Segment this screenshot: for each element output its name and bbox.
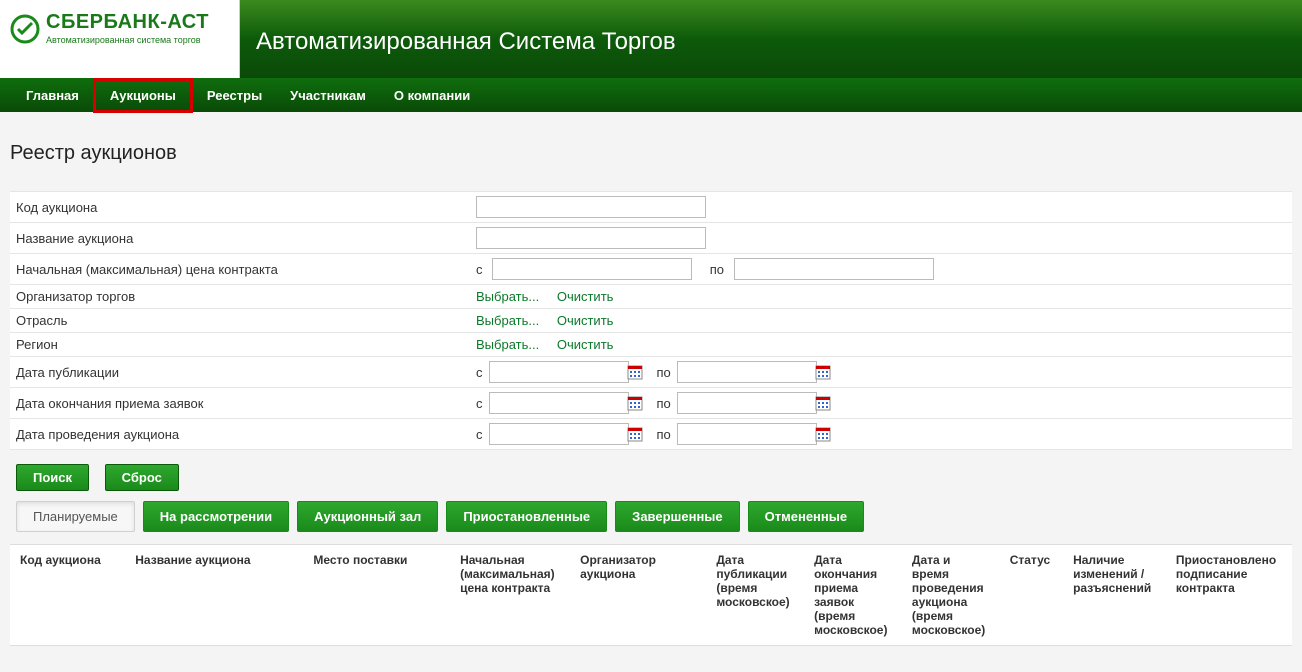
auc_date-to-label: по bbox=[657, 427, 671, 442]
search-button[interactable]: Поиск bbox=[16, 464, 89, 491]
nav-item-1[interactable]: Аукционы bbox=[93, 78, 193, 113]
header-title: Автоматизированная Система Торгов bbox=[240, 0, 676, 78]
end_date-to-label: по bbox=[657, 396, 671, 411]
calendar-icon[interactable] bbox=[627, 364, 643, 383]
industry-clear-link[interactable]: Очистить bbox=[557, 313, 614, 328]
pub_date-from-label: с bbox=[476, 365, 483, 380]
pub-date-label: Дата публикации bbox=[10, 357, 470, 388]
pub_date-to-label: по bbox=[657, 365, 671, 380]
col-7: Дата и время проведения аукциона (время … bbox=[902, 545, 1000, 645]
region-clear-link[interactable]: Очистить bbox=[557, 337, 614, 352]
industry-choose-link[interactable]: Выбрать... bbox=[476, 313, 539, 328]
auc_date-from-label: с bbox=[476, 427, 483, 442]
col-0: Код аукциона bbox=[10, 545, 125, 645]
pub_date-from-input[interactable] bbox=[489, 361, 629, 383]
tab-3[interactable]: Приостановленные bbox=[446, 501, 607, 532]
auc_date-from-input[interactable] bbox=[489, 423, 629, 445]
auc-date-range: с по bbox=[470, 419, 1292, 450]
page-title: Реестр аукционов bbox=[10, 142, 1292, 165]
logo-tagline: Автоматизированная система торгов bbox=[46, 36, 209, 45]
col-3: Начальная (максимальная) цена контракта bbox=[450, 545, 570, 645]
region-choose-link[interactable]: Выбрать... bbox=[476, 337, 539, 352]
organizer-label: Организатор торгов bbox=[10, 285, 470, 309]
organizer-choose-link[interactable]: Выбрать... bbox=[476, 289, 539, 304]
price-from-label: с bbox=[476, 262, 483, 277]
col-10: Приостановлено подписание контракта bbox=[1166, 545, 1292, 645]
pub-date-range: с по bbox=[470, 357, 1292, 388]
calendar-icon[interactable] bbox=[815, 395, 831, 414]
tab-4[interactable]: Завершенные bbox=[615, 501, 739, 532]
end_date-from-label: с bbox=[476, 396, 483, 411]
nav-item-0[interactable]: Главная bbox=[12, 80, 93, 111]
auction-name-input[interactable] bbox=[476, 227, 706, 249]
end_date-from-input[interactable] bbox=[489, 392, 629, 414]
tab-5[interactable]: Отмененные bbox=[748, 501, 864, 532]
reset-button[interactable]: Сброс bbox=[105, 464, 179, 491]
tab-0[interactable]: Планируемые bbox=[16, 501, 135, 532]
col-5: Дата публикации (время московское) bbox=[706, 545, 804, 645]
auction-code-label: Код аукциона bbox=[10, 192, 470, 223]
tab-2[interactable]: Аукционный зал bbox=[297, 501, 438, 532]
auction-name-label: Название аукциона bbox=[10, 223, 470, 254]
calendar-icon[interactable] bbox=[627, 395, 643, 414]
end_date-to-input[interactable] bbox=[677, 392, 817, 414]
results-table-header: Код аукционаНазвание аукционаМесто поста… bbox=[10, 544, 1292, 646]
col-6: Дата окончания приема заявок (время моск… bbox=[804, 545, 902, 645]
region-label: Регион bbox=[10, 333, 470, 357]
calendar-icon[interactable] bbox=[627, 426, 643, 445]
end-date-range: с по bbox=[470, 388, 1292, 419]
logo-icon bbox=[10, 14, 40, 44]
logo-brand: СБЕРБАНК-АСТ bbox=[46, 12, 209, 32]
calendar-icon[interactable] bbox=[815, 364, 831, 383]
nav-item-2[interactable]: Реестры bbox=[193, 80, 276, 111]
auc_date-to-input[interactable] bbox=[677, 423, 817, 445]
nav-item-4[interactable]: О компании bbox=[380, 80, 484, 111]
main-nav: ГлавнаяАукционыРеестрыУчастникамО компан… bbox=[0, 78, 1302, 112]
nav-item-3[interactable]: Участникам bbox=[276, 80, 380, 111]
pub_date-to-input[interactable] bbox=[677, 361, 817, 383]
tab-1[interactable]: На рассмотрении bbox=[143, 501, 289, 532]
logo[interactable]: СБЕРБАНК-АСТ Автоматизированная система … bbox=[0, 0, 240, 78]
col-2: Место поставки bbox=[303, 545, 450, 645]
header: СБЕРБАНК-АСТ Автоматизированная система … bbox=[0, 0, 1302, 78]
price-to-label: по bbox=[710, 262, 724, 277]
price-to-input[interactable] bbox=[734, 258, 934, 280]
industry-label: Отрасль bbox=[10, 309, 470, 333]
col-4: Организатор аукциона bbox=[570, 545, 706, 645]
filter-form: Код аукциона Название аукциона Начальная… bbox=[10, 191, 1292, 450]
calendar-icon[interactable] bbox=[815, 426, 831, 445]
organizer-clear-link[interactable]: Очистить bbox=[557, 289, 614, 304]
col-8: Статус bbox=[1000, 545, 1063, 645]
result-tabs: Планируемые На рассмотрении Аукционный зал… bbox=[16, 501, 1292, 532]
auction-code-input[interactable] bbox=[476, 196, 706, 218]
end-date-label: Дата окончания приема заявок bbox=[10, 388, 470, 419]
col-9: Наличие изменений / разъяснений bbox=[1063, 545, 1166, 645]
col-1: Название аукциона bbox=[125, 545, 303, 645]
price-label: Начальная (максимальная) цена контракта bbox=[10, 254, 470, 285]
auc-date-label: Дата проведения аукциона bbox=[10, 419, 470, 450]
price-from-input[interactable] bbox=[492, 258, 692, 280]
